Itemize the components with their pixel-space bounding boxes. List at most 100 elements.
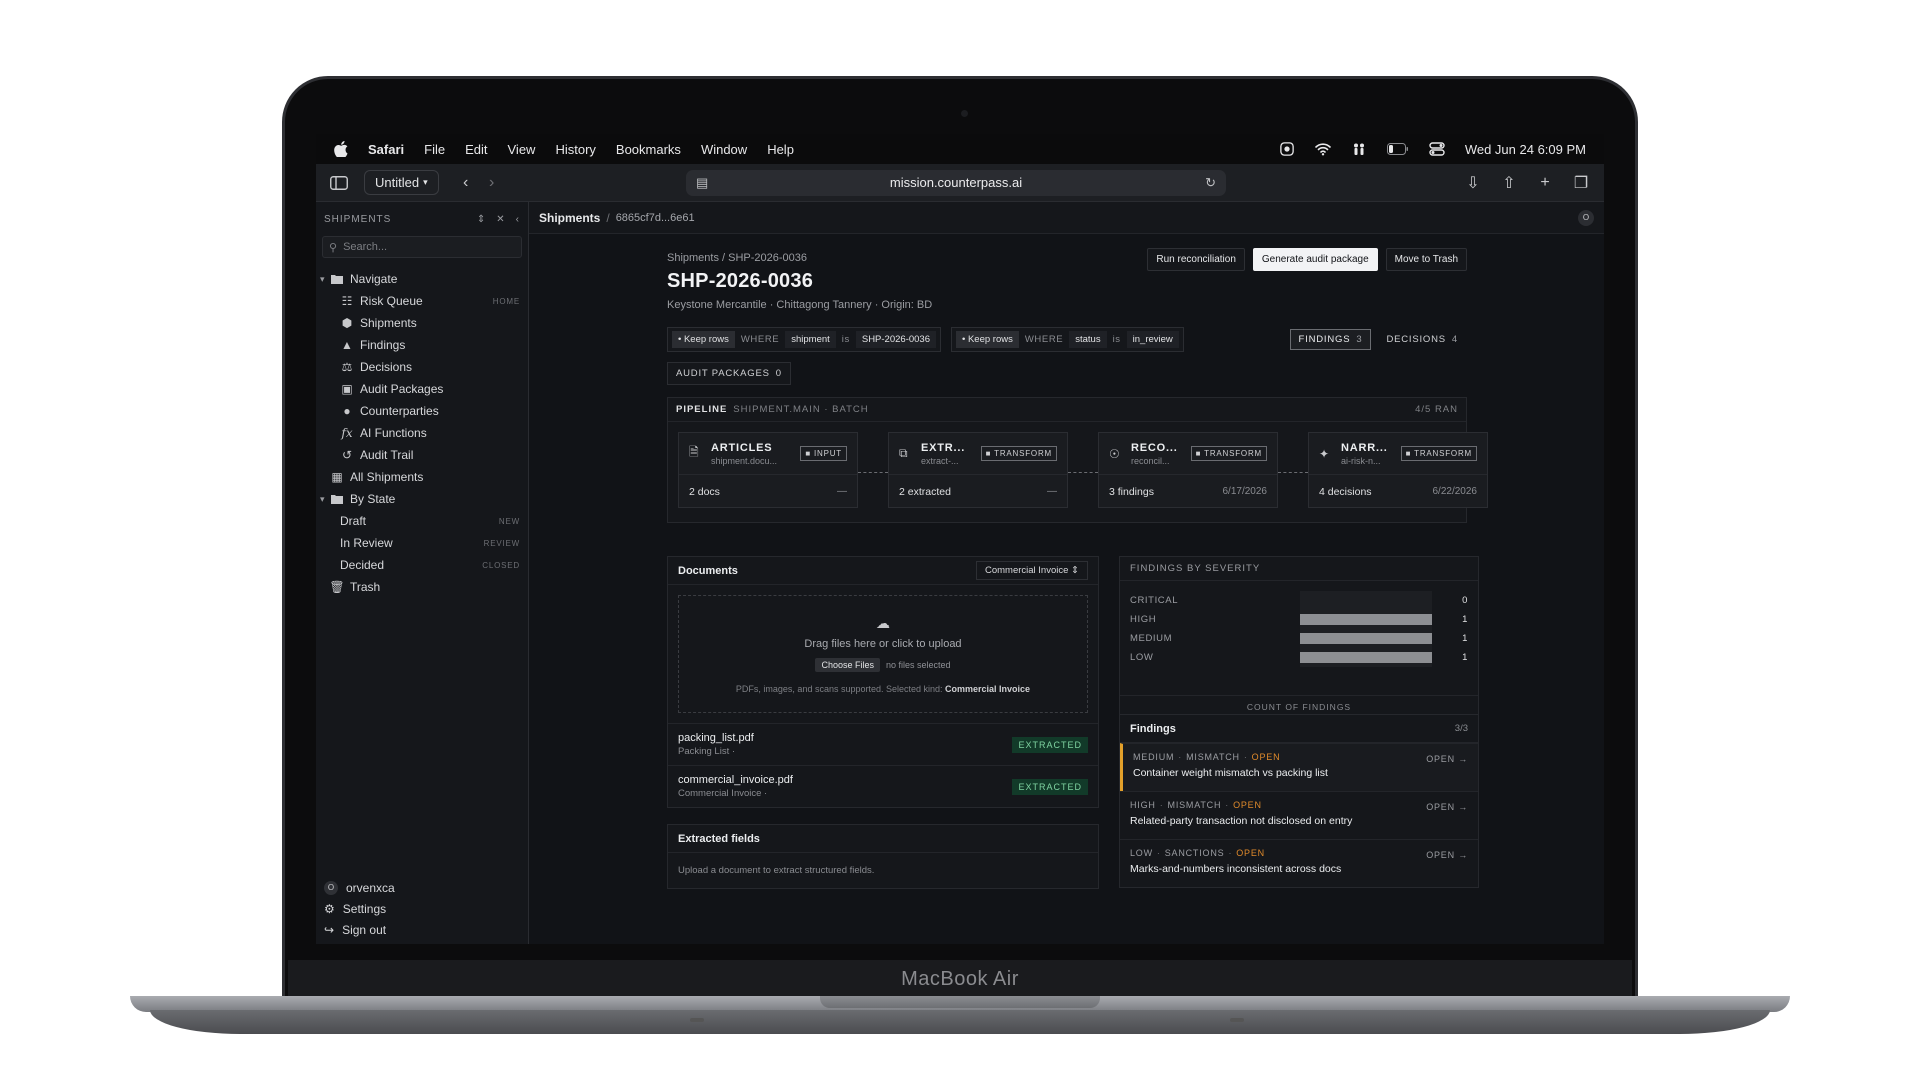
sidebar-item-counterparties[interactable]: ● Counterparties <box>316 400 528 422</box>
sidebar-item-draft[interactable]: Draft NEW <box>316 510 528 532</box>
gavel-icon: ⚖ <box>341 360 353 374</box>
sidebar-item-in-review[interactable]: In Review REVIEW <box>316 532 528 554</box>
tab-group-select[interactable]: Untitled ▾ <box>364 170 439 195</box>
forward-button[interactable]: › <box>479 170 505 196</box>
sidebar-search[interactable]: ⚲ Search... <box>322 236 522 258</box>
filter-value[interactable]: SHP-2026-0036 <box>855 331 936 348</box>
sidebar-item-findings[interactable]: ▲ Findings <box>316 334 528 356</box>
menu-window[interactable]: Window <box>701 142 747 157</box>
stage-date: 6/17/2026 <box>1222 486 1268 497</box>
sidebar-item-trash[interactable]: 🗑 Trash <box>316 576 528 598</box>
choose-files-button[interactable]: Choose Files <box>815 657 880 672</box>
generate-audit-package-button[interactable]: Generate audit package <box>1252 248 1378 271</box>
share-button[interactable]: ⇧ <box>1496 170 1522 196</box>
filter-field[interactable]: shipment <box>785 331 836 348</box>
sidebar-item-decided[interactable]: Decided CLOSED <box>316 554 528 576</box>
chevron-down-icon: ▾ <box>423 177 428 187</box>
sidebar-item-label: Trash <box>350 580 381 594</box>
new-tab-button[interactable]: + <box>1532 170 1558 196</box>
filter-field[interactable]: status <box>1069 331 1107 348</box>
url-text: mission.counterpass.ai <box>889 175 1023 190</box>
stage-source: shipment.docu... <box>711 455 778 466</box>
severity-row-high: HIGH 1 <box>1130 610 1478 629</box>
menu-view[interactable]: View <box>508 142 536 157</box>
sidebar: SHIPMENTS ⇕ ✕ ‹ ⚲ Search... ▾ Navigate ☷… <box>316 202 529 944</box>
chevron-right-icon: › <box>488 173 495 191</box>
sidebar-item-label: Findings <box>360 338 406 352</box>
filter-value[interactable]: in_review <box>1126 331 1179 348</box>
open-finding-link[interactable]: OPEN → <box>1426 802 1468 812</box>
collapse-sidebar-icon[interactable]: ‹ <box>516 214 520 225</box>
expand-icon[interactable]: ⇕ <box>477 214 486 225</box>
stage-kind-badge: ■ TRANSFORM <box>1400 446 1477 461</box>
table-row[interactable]: LOW · SANCTIONS · OPEN Marks-and-numbers inco… <box>1120 839 1478 887</box>
severity-label: MEDIUM <box>1130 633 1173 644</box>
pipeline-stage-narrative[interactable]: ✦ NARR... ai-risk-n... ■ TRANSFORM 4 deci… <box>1308 432 1488 508</box>
meta-separator: · <box>1228 848 1233 858</box>
screen-record-icon[interactable] <box>1279 142 1295 156</box>
page-subtitle: Keystone Mercantile · Chittagong Tannery… <box>667 299 933 311</box>
sidebar-item-shipments[interactable]: ⬢ Shipments <box>316 312 528 334</box>
menu-bookmarks[interactable]: Bookmarks <box>616 142 681 157</box>
menu-safari[interactable]: Safari <box>368 142 404 157</box>
table-row[interactable]: HIGH · MISMATCH · OPEN Related-party transact… <box>1120 791 1478 839</box>
pipeline-stage-reconcile[interactable]: ☉ RECO... reconcil... ■ TRANSFORM 3 findi… <box>1098 432 1278 508</box>
menu-history[interactable]: History <box>555 142 595 157</box>
table-row[interactable]: MEDIUM · MISMATCH · OPEN Container weight mis… <box>1120 743 1478 791</box>
settings-link[interactable]: ⚙ Settings <box>316 898 528 919</box>
avatar: O <box>324 880 338 895</box>
filter-chip: • Keep rows <box>672 331 735 348</box>
sidebar-item-label: Draft <box>340 514 367 528</box>
tree-by-state[interactable]: ▾ By State <box>316 488 528 510</box>
open-finding-link[interactable]: OPEN → <box>1426 850 1468 860</box>
open-finding-link[interactable]: OPEN → <box>1426 754 1468 764</box>
chevron-left-icon: ‹ <box>462 173 469 191</box>
sidebar-item-all-shipments[interactable]: ▦ All Shipments <box>316 466 528 488</box>
crumb-shipments[interactable]: Shipments <box>539 211 600 225</box>
address-bar[interactable]: ▤ mission.counterpass.ai ↻ <box>686 169 1226 196</box>
sidebar-item-decisions[interactable]: ⚖ Decisions <box>316 356 528 378</box>
user-menu[interactable]: O orvenxca <box>316 877 528 898</box>
wifi-icon[interactable] <box>1315 142 1331 156</box>
sign-out-link[interactable]: ↪ Sign out <box>316 919 528 940</box>
people-icon[interactable] <box>1351 142 1367 156</box>
menu-edit[interactable]: Edit <box>465 142 487 157</box>
filter-status[interactable]: • Keep rows WHERE status is in_review <box>951 327 1184 352</box>
apple-icon[interactable] <box>334 141 348 157</box>
battery-icon[interactable] <box>1386 142 1409 156</box>
sidebar-item-audit-packages[interactable]: ▣ Audit Packages <box>316 378 528 400</box>
pipeline-stage-extract[interactable]: ⧉ EXTR... extract-... ■ TRANSFORM 2 extra… <box>888 432 1068 508</box>
history-icon: ↺ <box>341 448 353 462</box>
downloads-button[interactable]: ⇩ <box>1460 170 1486 196</box>
tab-audit-packages[interactable]: AUDIT PACKAGES 0 <box>667 362 791 385</box>
document-kind-select[interactable]: Commercial Invoice ⇕ <box>975 561 1088 580</box>
run-reconciliation-button[interactable]: Run reconciliation <box>1147 248 1245 271</box>
collapse-all-icon[interactable]: ✕ <box>496 214 505 225</box>
filter-shipment[interactable]: • Keep rows WHERE shipment is SHP-2026-0… <box>667 327 941 352</box>
sidebar-footer: O orvenxca ⚙ Settings ↪ Sign out <box>316 871 528 944</box>
extracted-title: Extracted fields <box>678 832 760 845</box>
sidebar-item-ai-functions[interactable]: fx AI Functions <box>316 422 528 444</box>
pipeline-stage-articles[interactable]: 🗎 ARTICLES shipment.docu... ■ INPUT 2 doc… <box>678 432 858 508</box>
avatar[interactable]: O <box>1578 209 1594 226</box>
list-item[interactable]: commercial_invoice.pdf Commercial Invoice… <box>668 765 1098 807</box>
tab-overview-button[interactable]: ❐ <box>1568 170 1594 196</box>
menu-help[interactable]: Help <box>767 142 794 157</box>
tab-decisions[interactable]: DECISIONS 4 <box>1377 329 1467 350</box>
sidebar-item-audit-trail[interactable]: ↺ Audit Trail <box>316 444 528 466</box>
move-to-trash-button[interactable]: Move to Trash <box>1385 248 1467 271</box>
reload-icon[interactable]: ↻ <box>1205 175 1216 191</box>
tree-navigate[interactable]: ▾ Navigate <box>316 268 528 290</box>
list-item[interactable]: packing_list.pdf Packing List · EXTRACTED <box>668 723 1098 765</box>
sidebar-item-risk-queue[interactable]: ☷ Risk Queue HOME <box>316 290 528 312</box>
sidebar-toggle-button[interactable] <box>326 170 352 196</box>
page-menu-icon[interactable]: ▤ <box>696 175 708 191</box>
menu-file[interactable]: File <box>424 142 445 157</box>
control-center-icon[interactable] <box>1429 142 1445 156</box>
tabs-icon: ❐ <box>1573 174 1589 192</box>
menu-clock[interactable]: Wed Jun 24 6:09 PM <box>1465 142 1586 157</box>
back-button[interactable]: ‹ <box>453 170 479 196</box>
crumb-id: 6865cf7d...6e61 <box>615 211 695 224</box>
tab-findings[interactable]: FINDINGS 3 <box>1289 329 1372 350</box>
upload-dropzone[interactable]: ☁ Drag files here or click to upload Cho… <box>678 595 1088 713</box>
